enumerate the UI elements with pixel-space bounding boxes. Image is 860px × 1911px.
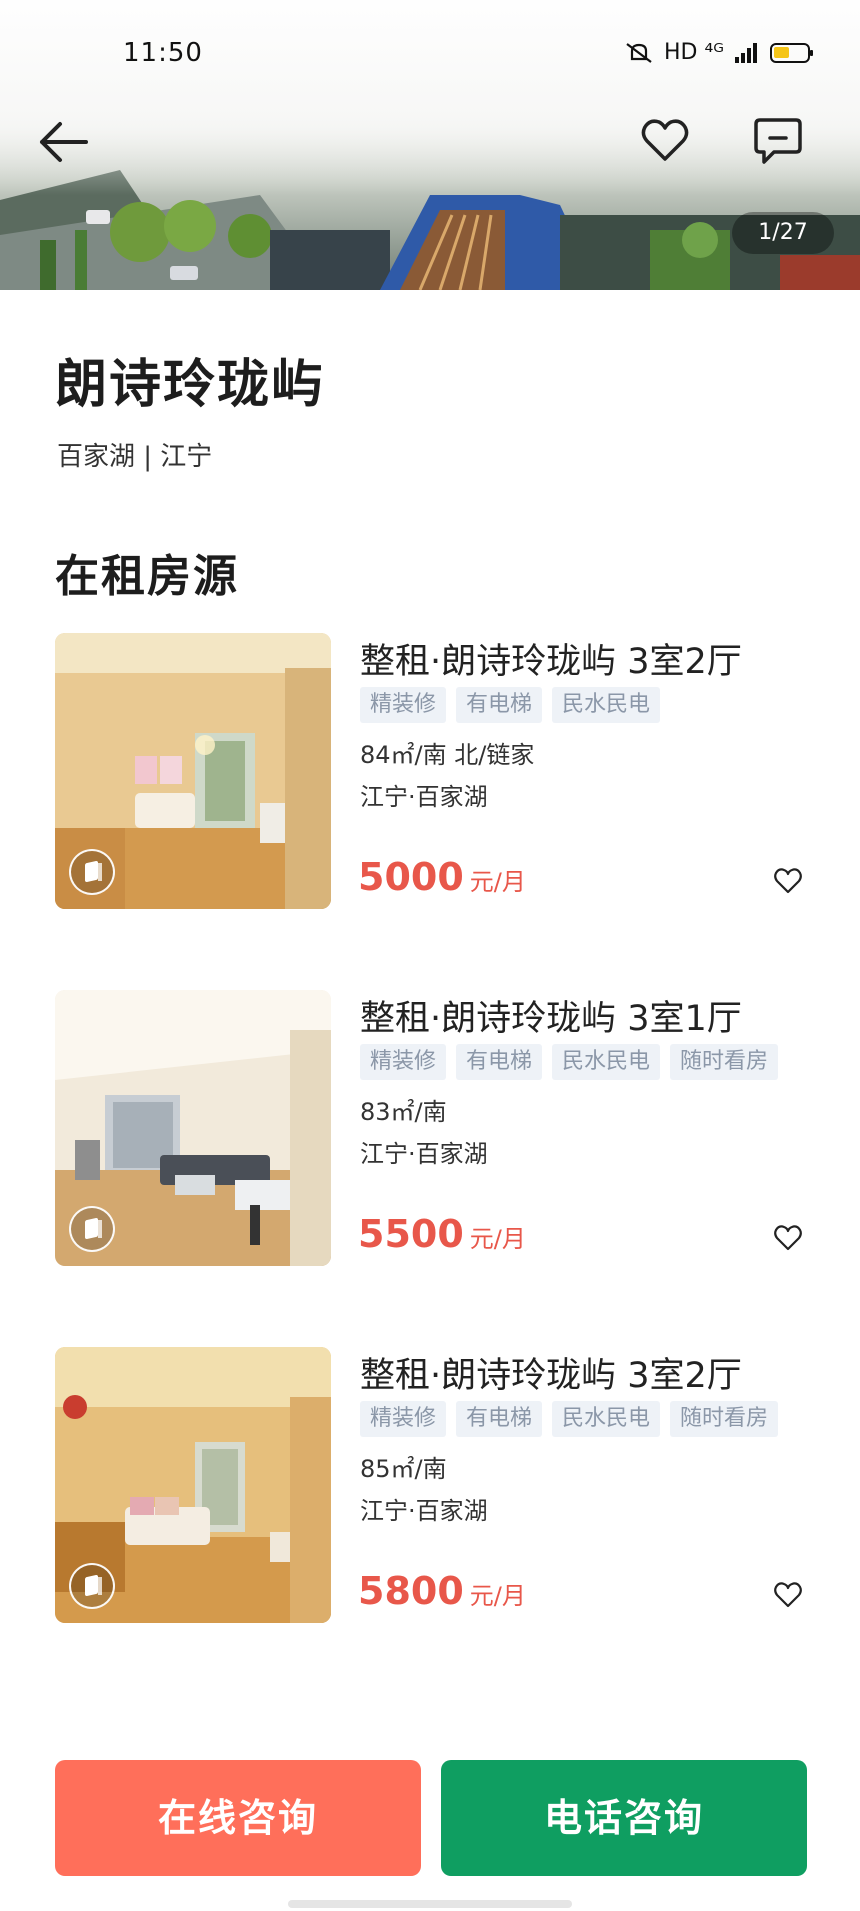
listing-tags: 精装修 有电梯 民水民电 随时看房 — [360, 1044, 779, 1080]
arrow-left-icon[interactable] — [36, 118, 90, 166]
price-unit: 元/月 — [469, 868, 526, 896]
photo-counter: 1/27 — [732, 212, 834, 254]
listing-title: 整租·朗诗玲珑屿 3室2厅 — [360, 1356, 742, 1396]
vr-tour-icon[interactable] — [69, 1206, 115, 1252]
price-unit: 元/月 — [469, 1582, 526, 1610]
status-time: 11:50 — [123, 38, 203, 68]
vr-tour-icon[interactable] — [69, 1563, 115, 1609]
community-location: 百家湖 | 江宁 — [57, 442, 213, 472]
listing-tag: 精装修 — [360, 1044, 447, 1080]
listing-card[interactable]: 整租·朗诗玲珑屿 3室1厅 精装修 有电梯 民水民电 随时看房 83㎡/南 江宁… — [55, 990, 825, 1266]
listing-area: 江宁·百家湖 — [360, 783, 488, 811]
community-name: 朗诗玲珑屿 — [55, 355, 326, 415]
bottom-action-bar: 在线咨询 电话咨询 — [0, 1760, 860, 1911]
listing-tag: 民水民电 — [552, 1401, 661, 1437]
listing-price: 5500 元/月 — [358, 1212, 526, 1256]
status-indicators: HD ⁴ᴳ — [624, 40, 813, 65]
listing-card[interactable]: 整租·朗诗玲珑屿 3室2厅 精装修 有电梯 民水民电 84㎡/南 北/链家 江宁… — [55, 633, 825, 909]
listing-tag: 精装修 — [360, 687, 447, 723]
network-label: HD ⁴ᴳ — [663, 40, 724, 65]
listing-tag: 有电梯 — [456, 1401, 543, 1437]
listing-photo — [55, 990, 331, 1266]
listing-tag: 随时看房 — [670, 1401, 779, 1437]
listing-tag: 民水民电 — [552, 687, 661, 723]
listing-tag: 民水民电 — [552, 1044, 661, 1080]
listing-area: 江宁·百家湖 — [360, 1140, 488, 1168]
listing-tag: 精装修 — [360, 1401, 447, 1437]
listing-title: 整租·朗诗玲珑屿 3室2厅 — [360, 642, 742, 682]
listing-price: 5000 元/月 — [358, 855, 526, 899]
listing-meta: 83㎡/南 — [360, 1098, 447, 1126]
heart-outline-icon[interactable] — [773, 1224, 803, 1252]
status-bar: 11:50 HD ⁴ᴳ — [0, 28, 860, 80]
home-indicator[interactable] — [288, 1900, 572, 1908]
phone-consult-button[interactable]: 电话咨询 — [441, 1760, 807, 1876]
listing-meta: 85㎡/南 — [360, 1455, 447, 1483]
listing-price: 5800 元/月 — [358, 1569, 526, 1613]
heart-outline-icon[interactable] — [640, 116, 690, 164]
price-value: 5000 — [358, 855, 464, 899]
listing-card[interactable]: 整租·朗诗玲珑屿 3室2厅 精装修 有电梯 民水民电 随时看房 85㎡/南 江宁… — [55, 1347, 825, 1623]
listing-tags: 精装修 有电梯 民水民电 — [360, 687, 661, 723]
chat-bubble-icon[interactable] — [752, 116, 804, 166]
listing-tag: 有电梯 — [456, 1044, 543, 1080]
listing-tag: 随时看房 — [670, 1044, 779, 1080]
content-sheet: 朗诗玲珑屿 百家湖 | 江宁 在租房源 整租·朗诗玲珑屿 3室2厅 精装修 有电… — [0, 290, 860, 1911]
mute-icon — [626, 42, 652, 63]
listing-meta: 84㎡/南 北/链家 — [360, 741, 535, 769]
online-consult-button[interactable]: 在线咨询 — [55, 1760, 421, 1876]
vr-tour-icon[interactable] — [69, 849, 115, 895]
listing-photo — [55, 1347, 331, 1623]
listing-tag: 有电梯 — [456, 687, 543, 723]
listing-photo — [55, 633, 331, 909]
heart-outline-icon[interactable] — [773, 867, 803, 895]
price-value: 5500 — [358, 1212, 464, 1256]
listing-title: 整租·朗诗玲珑屿 3室1厅 — [360, 999, 742, 1039]
section-title: 在租房源 — [55, 551, 239, 602]
price-unit: 元/月 — [469, 1225, 526, 1253]
listing-area: 江宁·百家湖 — [360, 1497, 488, 1525]
heart-outline-icon[interactable] — [773, 1581, 803, 1609]
price-value: 5800 — [358, 1569, 464, 1613]
listing-tags: 精装修 有电梯 民水民电 随时看房 — [360, 1401, 779, 1437]
battery-low-icon — [770, 42, 813, 63]
signal-icon — [735, 42, 757, 63]
